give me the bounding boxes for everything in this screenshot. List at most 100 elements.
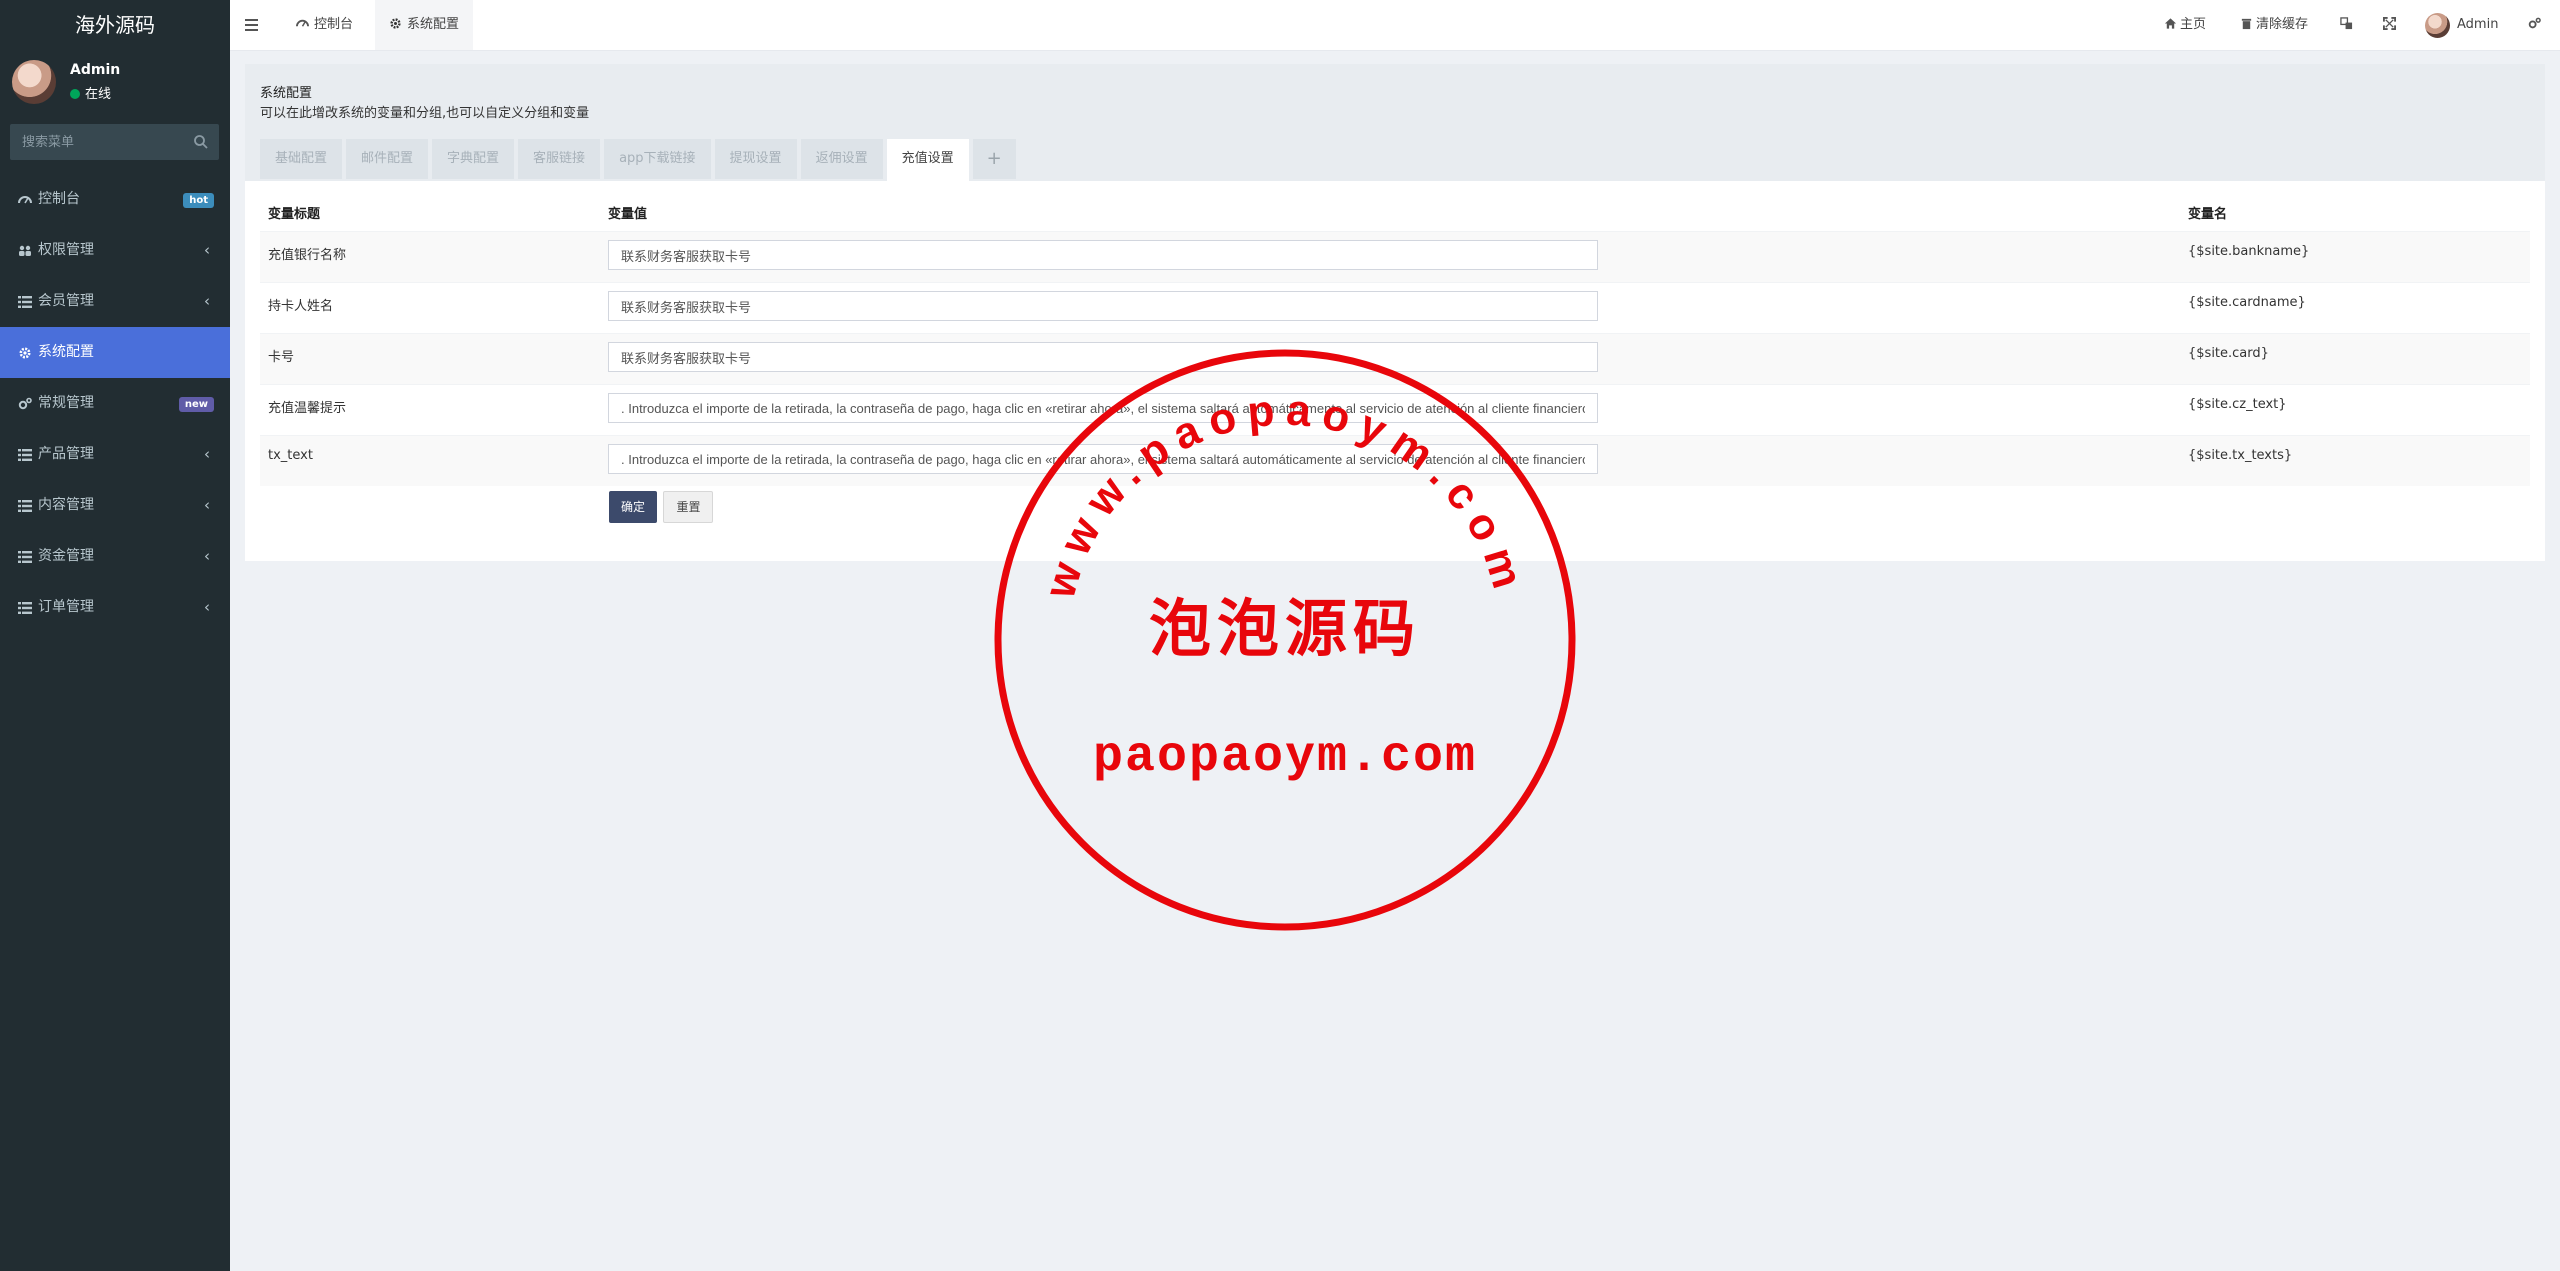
- row-title-cell: 卡号: [260, 333, 600, 385]
- hot-badge: hot: [183, 193, 214, 208]
- sidebar-item-label: 内容管理: [38, 497, 94, 513]
- chevron-left-icon: ‹: [204, 496, 210, 514]
- row-value-cell: [600, 435, 2180, 486]
- home-link[interactable]: 主页: [2164, 0, 2206, 50]
- tab-app-download-link[interactable]: app下载链接: [604, 139, 711, 179]
- column-header-value: 变量值: [608, 206, 648, 222]
- online-dot-icon: [70, 89, 80, 99]
- table-row: 充值温馨提示 {$site.cz_text}: [260, 384, 2530, 436]
- tab-basic-config[interactable]: 基础配置: [260, 139, 343, 179]
- panel-heading: 系统配置 可以在此增改系统的变量和分组,也可以自定义分组和变量 基础配置 邮件配…: [245, 64, 2545, 181]
- sidebar-item-orders[interactable]: 订单管理 ‹: [0, 582, 230, 633]
- row-name-cell: {$site.cz_text}: [2180, 384, 2530, 436]
- bankname-input[interactable]: [608, 240, 1598, 270]
- row-title-cell: 充值银行名称: [260, 231, 600, 283]
- tab-dictionary-config[interactable]: 字典配置: [432, 139, 515, 179]
- row-name-cell: {$site.card}: [2180, 333, 2530, 385]
- table-row: tx_text {$site.tx_texts}: [260, 435, 2530, 486]
- fullscreen-button[interactable]: [2383, 0, 2399, 50]
- list-icon: [18, 500, 32, 512]
- row-title: 卡号: [268, 350, 295, 365]
- row-title: tx_text: [268, 448, 313, 463]
- tab-customer-service-link[interactable]: 客服链接: [518, 139, 601, 179]
- sidebar-item-content[interactable]: 内容管理 ‹: [0, 480, 230, 531]
- cz-text-input[interactable]: [608, 393, 1598, 423]
- home-icon: [2164, 18, 2177, 29]
- tx-text-input[interactable]: [608, 444, 1598, 474]
- reset-button[interactable]: 重置: [663, 491, 714, 523]
- tab-withdraw-settings[interactable]: 提现设置: [714, 139, 797, 179]
- settings-button[interactable]: [2528, 0, 2544, 50]
- page-description: 可以在此增改系统的变量和分组,也可以自定义分组和变量: [260, 106, 590, 121]
- clear-cache-button[interactable]: 清除缓存: [2240, 0, 2308, 50]
- cardname-input[interactable]: [608, 291, 1598, 321]
- row-title: 充值银行名称: [268, 248, 347, 263]
- row-value-cell: [600, 282, 2180, 334]
- group-icon: [19, 245, 31, 256]
- tab-label: 控制台: [314, 17, 354, 32]
- user-menu[interactable]: Admin: [2457, 0, 2498, 50]
- row-value-cell: [600, 231, 2180, 283]
- home-label: 主页: [2180, 17, 2207, 32]
- sidebar-item-general[interactable]: 常规管理 new: [0, 378, 230, 429]
- sidebar-item-label: 系统配置: [38, 344, 94, 360]
- app-logo-title[interactable]: 海外源码: [0, 0, 230, 50]
- card-input[interactable]: [608, 342, 1598, 372]
- top-header: 控制台 系统配置 主页 清除缓存 Admin: [230, 0, 2560, 51]
- tab-rebate-settings[interactable]: 返佣设置: [800, 139, 883, 179]
- row-variable-name: {$site.cardname}: [2188, 295, 2306, 310]
- gear-icon: [390, 18, 401, 29]
- row-name-cell: {$site.cardname}: [2180, 282, 2530, 334]
- sidebar-item-system-config[interactable]: 系统配置: [0, 327, 230, 378]
- sidebar-item-members[interactable]: 会员管理 ‹: [0, 276, 230, 327]
- page-title: 系统配置: [260, 86, 313, 101]
- row-title: 充值温馨提示: [268, 401, 347, 416]
- row-title-cell: tx_text: [260, 435, 600, 486]
- main-content: 系统配置 可以在此增改系统的变量和分组,也可以自定义分组和变量 基础配置 邮件配…: [245, 64, 2545, 561]
- tab-system-config[interactable]: 系统配置: [375, 0, 474, 50]
- table-row: 卡号 {$site.card}: [260, 333, 2530, 385]
- row-name-cell: {$site.tx_texts}: [2180, 435, 2530, 486]
- table-row: 充值银行名称 {$site.bankname}: [260, 231, 2530, 283]
- sidebar-item-products[interactable]: 产品管理 ‹: [0, 429, 230, 480]
- row-variable-name: {$site.cz_text}: [2188, 397, 2287, 412]
- sidebar-item-permissions[interactable]: 权限管理 ‹: [0, 225, 230, 276]
- dashboard-icon: [296, 19, 309, 27]
- user-panel: Admin 在线: [0, 50, 230, 118]
- stamp-bottom-text: paopaoym.com: [1093, 729, 1477, 786]
- translate-icon: [2340, 17, 2353, 30]
- tab-recharge-settings[interactable]: 充值设置: [886, 139, 969, 181]
- table-row: 持卡人姓名 {$site.cardname}: [260, 282, 2530, 334]
- row-variable-name: {$site.card}: [2188, 346, 2269, 361]
- user-name: Admin: [70, 62, 121, 78]
- search-icon[interactable]: [193, 134, 209, 150]
- chevron-left-icon: ‹: [204, 547, 210, 565]
- panel-body: 变量标题 变量值 变量名 充值银行名称 {$site.bankname} 持卡人…: [245, 181, 2545, 561]
- row-title: 持卡人姓名: [268, 299, 334, 314]
- column-header-title: 变量标题: [268, 206, 321, 222]
- list-icon: [18, 449, 32, 461]
- row-name-cell: {$site.bankname}: [2180, 231, 2530, 283]
- chevron-left-icon: ‹: [204, 241, 210, 259]
- sidebar-item-funds[interactable]: 资金管理 ‹: [0, 531, 230, 582]
- add-tab-button[interactable]: +: [972, 139, 1016, 179]
- table-header-row: 变量标题 变量值 变量名: [260, 193, 2530, 232]
- search-input[interactable]: [10, 124, 192, 160]
- clear-cache-label: 清除缓存: [2256, 17, 2309, 32]
- sidebar-item-label: 权限管理: [38, 242, 94, 258]
- hamburger-menu-icon[interactable]: [244, 16, 260, 34]
- submit-button[interactable]: 确定: [609, 491, 658, 523]
- cogs-icon: [18, 397, 32, 410]
- sidebar-item-label: 资金管理: [38, 548, 94, 564]
- language-button[interactable]: [2340, 0, 2356, 50]
- sidebar: 海外源码 Admin 在线 控制台 hot 权限管理 ‹ 会员管理 ‹ 系统配置: [0, 0, 230, 1271]
- tab-email-config[interactable]: 邮件配置: [346, 139, 429, 179]
- stamp-center-text: 泡泡源码: [1149, 592, 1421, 665]
- config-table: 变量标题 变量值 变量名 充值银行名称 {$site.bankname} 持卡人…: [260, 193, 2530, 486]
- header-avatar[interactable]: [2425, 13, 2450, 38]
- chevron-left-icon: ‹: [204, 445, 210, 463]
- tab-dashboard[interactable]: 控制台: [282, 0, 367, 50]
- sidebar-item-dashboard[interactable]: 控制台 hot: [0, 174, 230, 225]
- row-variable-name: {$site.tx_texts}: [2188, 448, 2293, 463]
- header-user-name: Admin: [2457, 17, 2499, 32]
